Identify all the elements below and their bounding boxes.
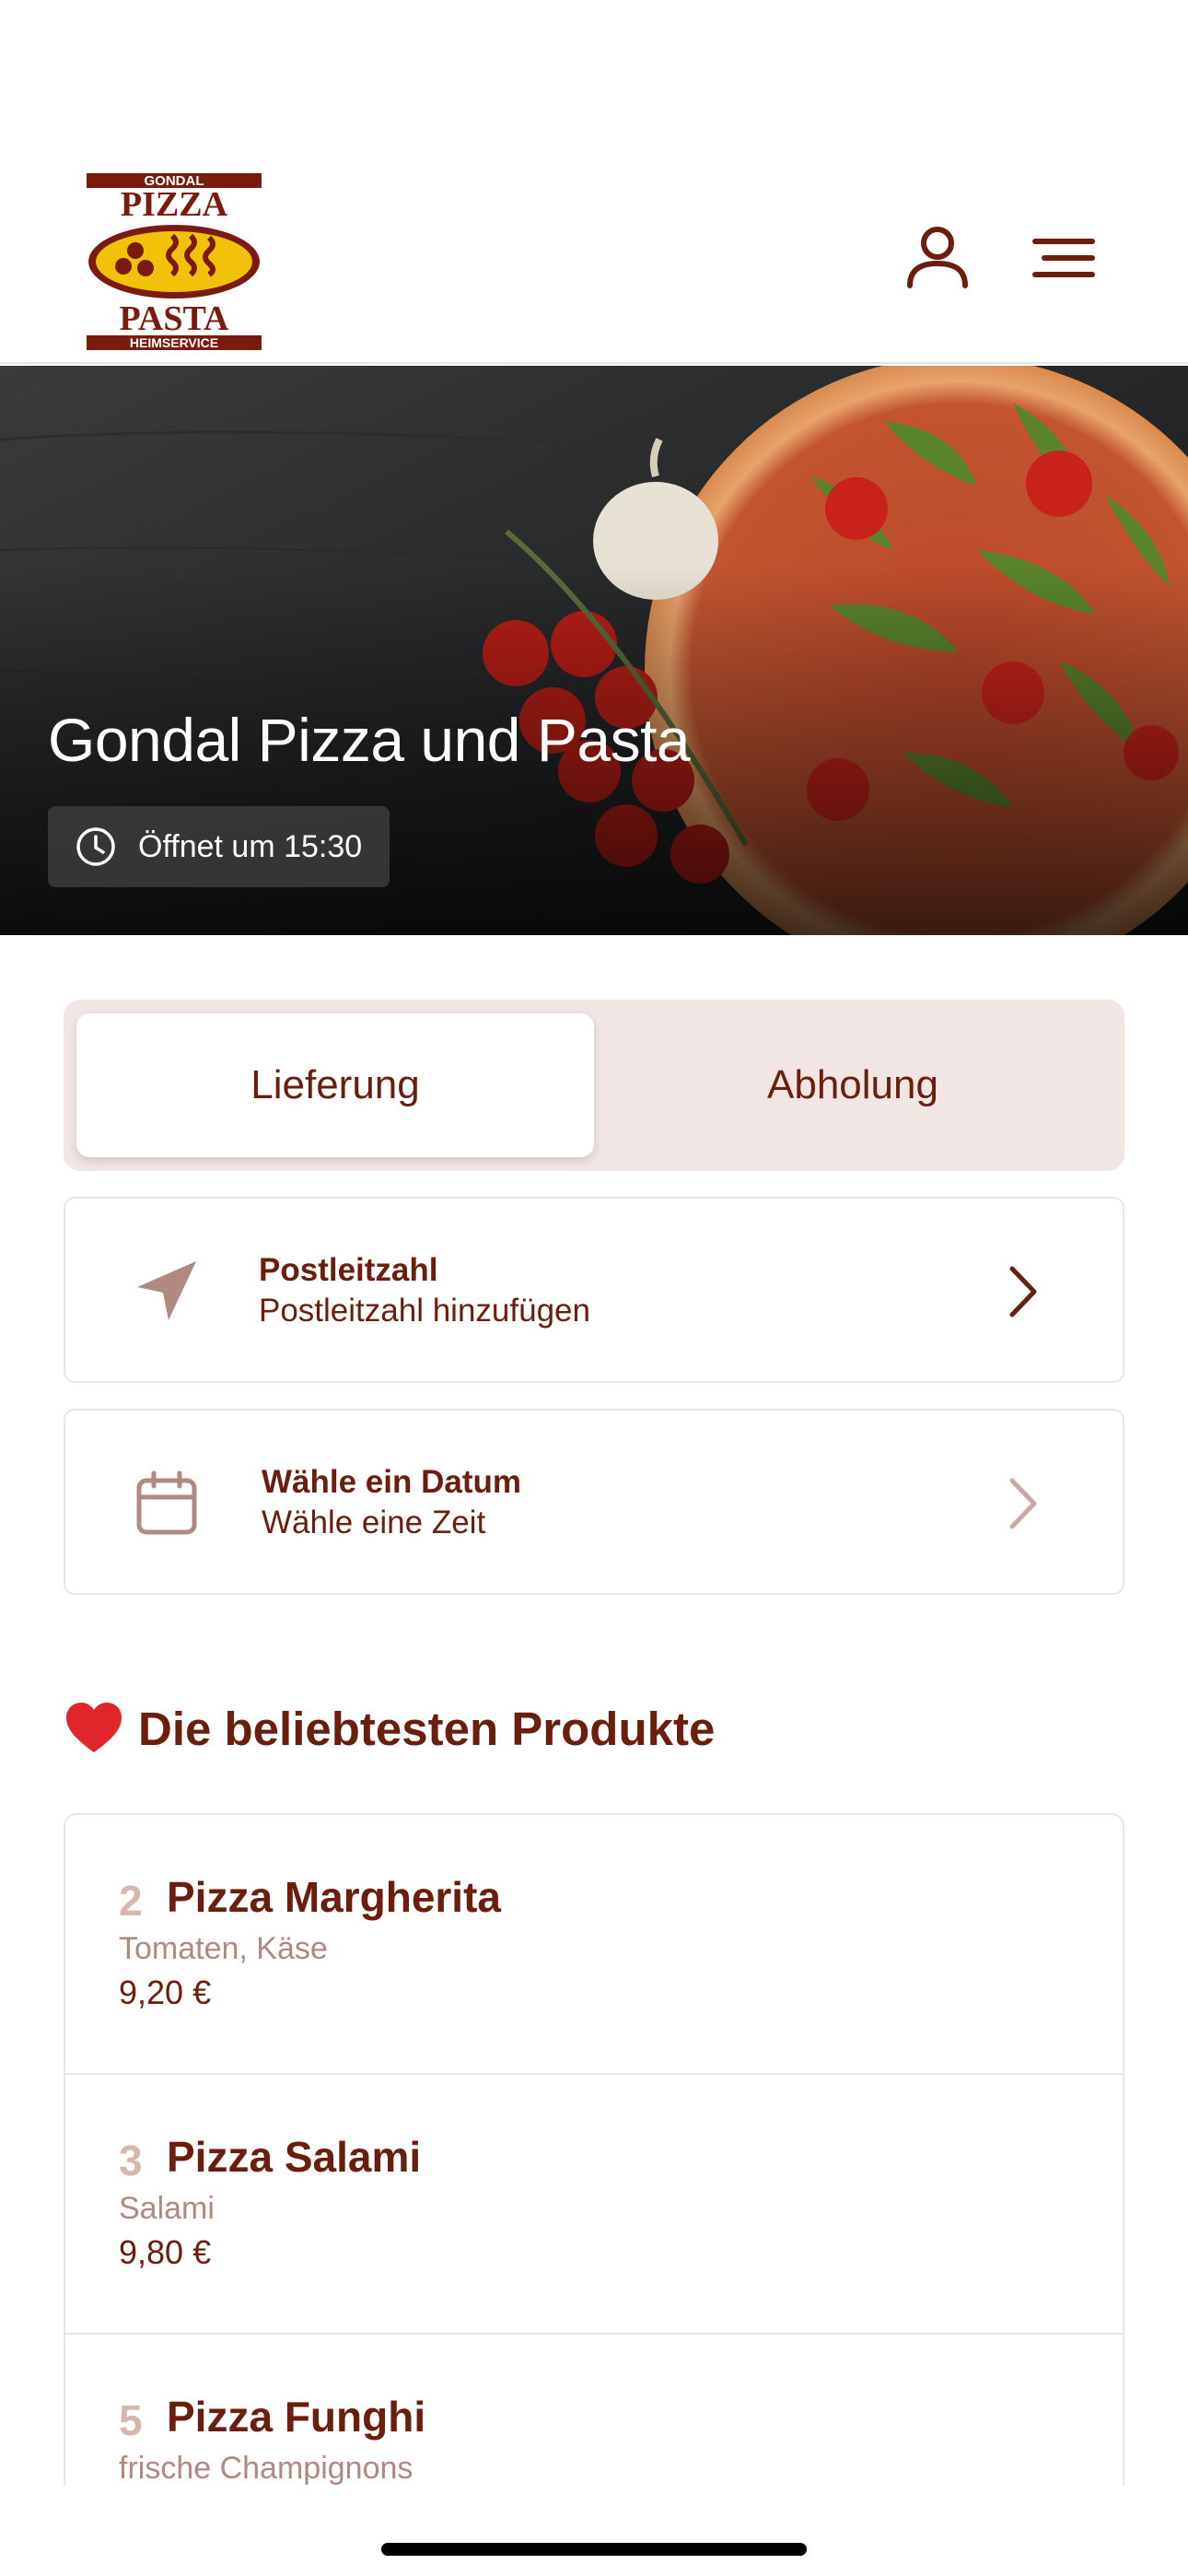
product-number: 2	[119, 1877, 143, 1925]
popular-product-list: 2 Pizza Margherita Tomaten, Käse 9,20 € …	[64, 1813, 1124, 2486]
tab-lieferung[interactable]: Lieferung	[76, 1013, 594, 1157]
chevron-right-icon	[1009, 1266, 1037, 1317]
logo-word-pasta: PASTA	[120, 299, 229, 338]
opening-status-text: Öffnet um 15:30	[138, 828, 363, 864]
postcode-subtitle: Postleitzahl hinzufügen	[259, 1293, 590, 1329]
product-name: Pizza Margherita	[167, 1873, 501, 1921]
logo-bottom-text: HEIMSERVICE	[130, 335, 218, 350]
product-name: Pizza Salami	[167, 2133, 422, 2181]
tab-abholung[interactable]: Abholung	[594, 1013, 1112, 1157]
date-time-card[interactable]: Wähle ein Datum Wähle eine Zeit	[64, 1409, 1124, 1595]
product-description: Salami	[119, 2191, 215, 2226]
home-indicator	[381, 2543, 807, 2556]
opening-status-badge: Öffnet um 15:30	[48, 806, 390, 887]
menu-icon[interactable]	[1028, 221, 1101, 295]
time-subtitle: Wähle eine Zeit	[262, 1505, 486, 1540]
product-item[interactable]: 2 Pizza Margherita Tomaten, Käse 9,20 €	[65, 1815, 1123, 2075]
date-title: Wähle ein Datum	[262, 1464, 521, 1500]
product-price: 9,80 €	[119, 2233, 212, 2271]
chevron-right-icon	[1009, 1478, 1037, 1529]
postcode-title: Postleitzahl	[259, 1252, 438, 1288]
product-price: 9,20 €	[119, 1973, 212, 2011]
product-description: Tomaten, Käse	[119, 1931, 328, 1966]
app-header: GONDAL PIZZA PASTA HEIMSERVICE	[0, 157, 1188, 364]
user-icon[interactable]	[901, 221, 974, 295]
status-bar-area	[0, 0, 1188, 157]
product-description: frische Champignons	[119, 2451, 413, 2486]
calendar-icon	[136, 1470, 197, 1535]
clock-icon	[76, 827, 115, 866]
product-item[interactable]: 3 Pizza Salami Salami 9,80 €	[65, 2075, 1123, 2335]
logo-word-pizza: PIZZA	[121, 185, 228, 224]
product-number: 3	[119, 2137, 143, 2184]
order-mode-toggle: Lieferung Abholung	[64, 1000, 1124, 1171]
hero-banner: Gondal Pizza und Pasta Öffnet um 15:30	[0, 366, 1188, 935]
heart-icon	[66, 1703, 122, 1752]
product-item[interactable]: 5 Pizza Funghi frische Champignons	[65, 2335, 1123, 2486]
restaurant-name: Gondal Pizza und Pasta	[48, 706, 691, 774]
restaurant-logo[interactable]: GONDAL PIZZA PASTA HEIMSERVICE	[85, 171, 263, 352]
product-number: 5	[119, 2396, 143, 2444]
section-title-text: Die beliebtesten Produkte	[138, 1702, 716, 1755]
section-title-popular: Die beliebtesten Produkte	[64, 1701, 715, 1756]
product-name: Pizza Funghi	[167, 2393, 426, 2441]
postcode-card[interactable]: Postleitzahl Postleitzahl hinzufügen	[64, 1197, 1124, 1383]
location-arrow-icon	[137, 1261, 196, 1320]
